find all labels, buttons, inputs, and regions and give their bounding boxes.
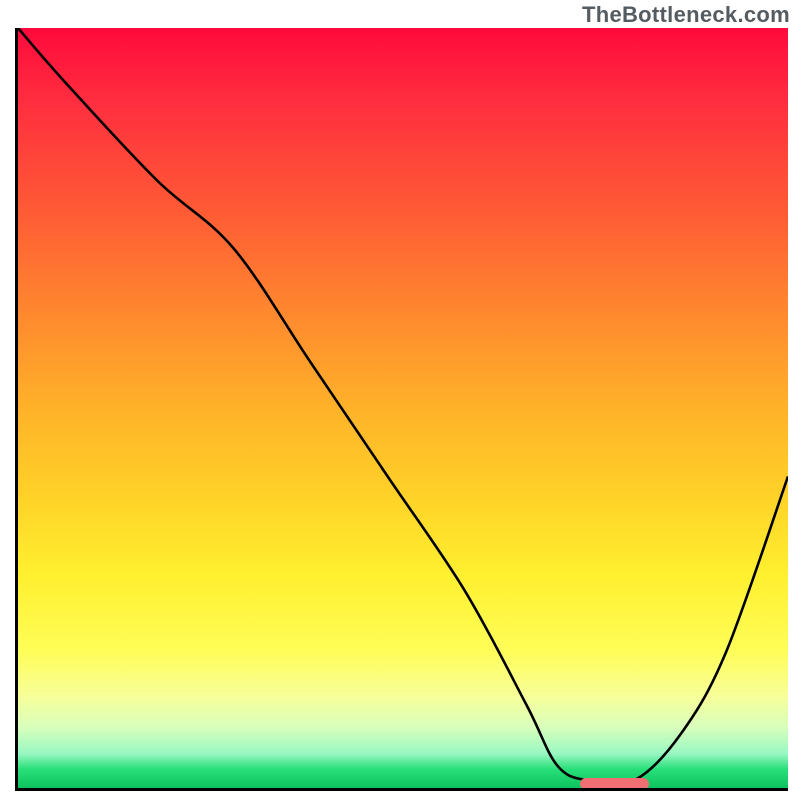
curve-layer (18, 28, 788, 788)
plot-area (15, 28, 788, 791)
optimal-marker (580, 778, 649, 790)
watermark-label: TheBottleneck.com (582, 2, 790, 28)
chart-frame: TheBottleneck.com (0, 0, 800, 800)
bottleneck-curve (18, 28, 788, 784)
